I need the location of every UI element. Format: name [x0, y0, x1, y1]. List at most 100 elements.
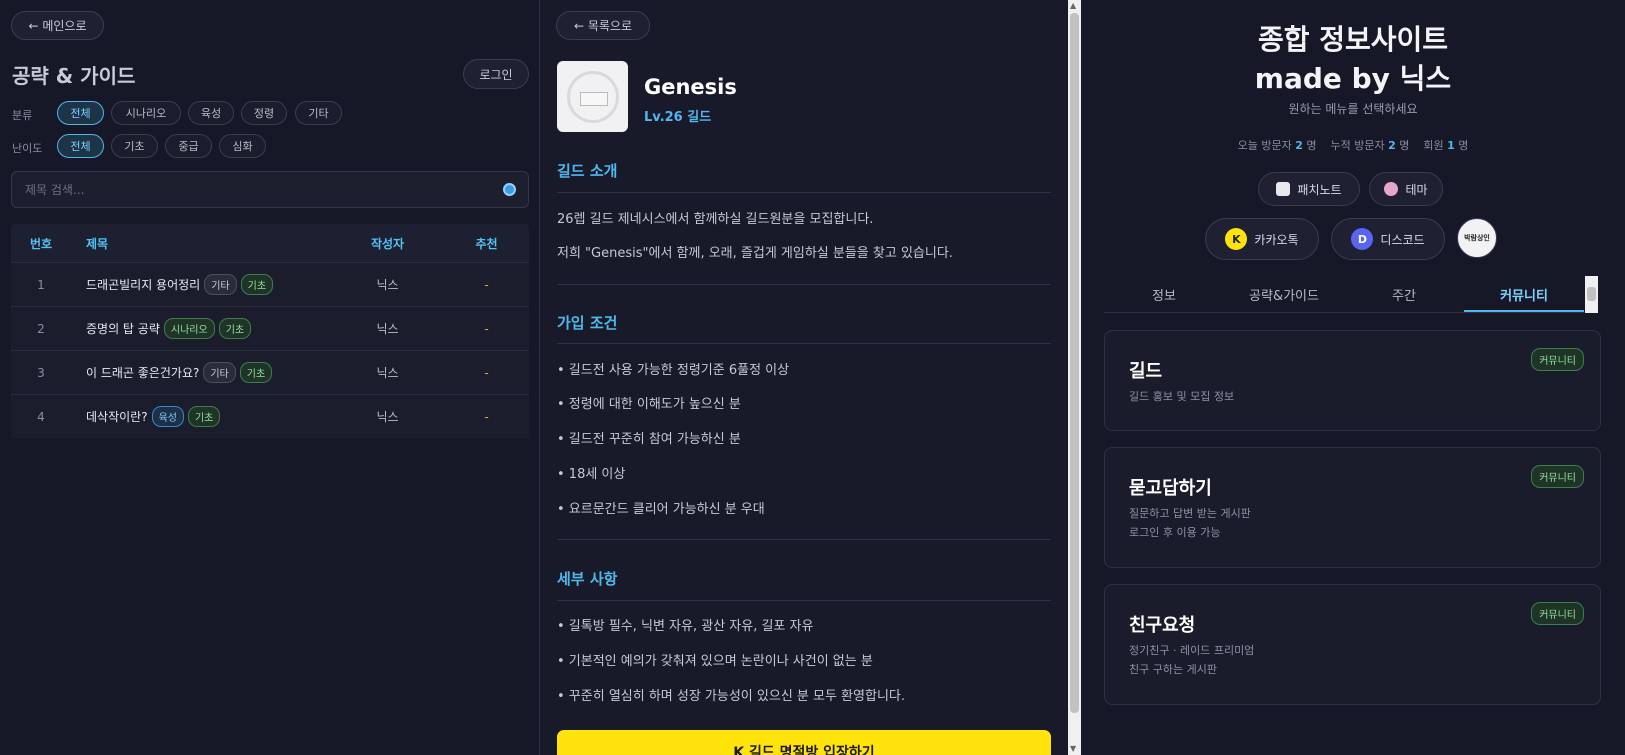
card-desc: 질문하고 답변 받는 게시판: [1129, 507, 1251, 520]
palette-icon: [1384, 182, 1399, 196]
category-chip-scenario[interactable]: 시나리오: [111, 101, 181, 125]
tag-basic: 기초: [239, 362, 273, 383]
category-chip-etc[interactable]: 기타: [295, 101, 342, 125]
site-author: made by 닉스: [1254, 62, 1452, 95]
tab-weekly[interactable]: 주간: [1344, 276, 1464, 312]
tag-basic: 기초: [187, 406, 221, 427]
login-button[interactable]: 로그인: [463, 59, 529, 89]
table-row[interactable]: 3 이 드래곤 좋은건가요? 기타 기초 닉스 -: [11, 350, 529, 394]
row-recommend: -: [484, 277, 489, 292]
today-visitors-label: 오늘 방문자: [1237, 139, 1292, 152]
header-no: 번호: [29, 236, 53, 251]
difficulty-chip-all[interactable]: 전체: [57, 134, 104, 158]
requirements-heading: 가입 조건: [557, 314, 618, 332]
divider: [557, 343, 1051, 344]
search-placeholder: 제목 검색...: [25, 183, 85, 197]
row-recommend: -: [484, 321, 489, 336]
main-menu-panel: 종합 정보사이트 made by 닉스 원하는 메뉴를 선택하세요 오늘 방문자…: [1081, 0, 1625, 755]
search-input[interactable]: 제목 검색...: [11, 171, 529, 208]
guide-table: 번호 제목 작성자 추천 1 드래곤빌리지 용어정리 기타 기초 닉스 - 2 …: [11, 224, 529, 438]
patchnote-button[interactable]: 패치노트: [1258, 172, 1360, 206]
row-title-text[interactable]: 데삭작이란?: [86, 408, 148, 425]
header-author: 작성자: [370, 236, 405, 251]
scroll-down-arrow-icon[interactable]: ▼: [1070, 744, 1076, 753]
requirement-item: • 요르문간드 클리어 가능하신 분 우대: [557, 502, 765, 517]
tag-scenario: 시나리오: [163, 318, 215, 339]
tag-basic: 기초: [240, 274, 274, 295]
community-badge: 커뮤니티: [1531, 348, 1584, 371]
tabs-scrollbar[interactable]: [1585, 276, 1598, 313]
scrollbar-thumb[interactable]: [1587, 287, 1596, 301]
today-visitors-count: 2: [1295, 139, 1303, 152]
difficulty-chip-advanced[interactable]: 심화: [219, 134, 266, 158]
table-row[interactable]: 1 드래곤빌리지 용어정리 기타 기초 닉스 -: [11, 262, 529, 306]
details-heading: 세부 사항: [557, 570, 618, 588]
row-title-text[interactable]: 이 드래곤 좋은건가요?: [86, 364, 199, 381]
kakao-label: 카카오톡: [1254, 232, 1299, 247]
row-recommend: -: [484, 409, 489, 424]
card-desc-2: 로그인 후 이용 가능: [1129, 526, 1221, 539]
row-title: 이 드래곤 좋은건가요? 기타 기초: [71, 362, 331, 383]
row-no: 3: [37, 365, 45, 380]
community-badge: 커뮤니티: [1531, 602, 1584, 625]
card-qna[interactable]: 묻고답하기 질문하고 답변 받는 게시판 로그인 후 이용 가능 커뮤니티: [1104, 447, 1601, 568]
card-desc: 길드 홍보 및 모집 정보: [1129, 390, 1235, 403]
header-recommend: 추천: [475, 236, 498, 251]
back-to-list-button[interactable]: ← 목록으로: [556, 11, 650, 40]
tab-community[interactable]: 커뮤니티: [1464, 276, 1584, 312]
row-title: 증명의 탑 공략 시나리오 기초: [71, 318, 331, 339]
tag-basic: 기초: [218, 318, 252, 339]
card-friend-request[interactable]: 친구요청 정기친구 · 레이드 프리미엄 친구 구하는 게시판 커뮤니티: [1104, 584, 1601, 705]
scroll-up-arrow-icon[interactable]: ▲: [1070, 1, 1076, 10]
divider: [557, 600, 1051, 601]
middle-scrollbar[interactable]: ▲ ▼: [1068, 0, 1081, 755]
site-title: 종합 정보사이트: [1257, 23, 1449, 56]
card-title: 길드: [1129, 361, 1163, 382]
detail-item: • 길톡방 필수, 닉변 자유, 광산 자유, 길포 자유: [557, 619, 814, 634]
table-row[interactable]: 4 데삭작이란? 육성 기초 닉스 -: [11, 394, 529, 438]
clipboard-icon: [1276, 182, 1291, 196]
member-count-label: 회원: [1423, 139, 1444, 152]
requirement-item: • 길드전 사용 가능한 정령기준 6풀정 이상: [557, 363, 790, 378]
scrollbar-thumb[interactable]: [1070, 13, 1079, 713]
join-kakao-room-button[interactable]: K 길드 명절방 입장하기: [557, 730, 1051, 755]
difficulty-chip-intermediate[interactable]: 중급: [165, 134, 212, 158]
table-row[interactable]: 2 증명의 탑 공략 시나리오 기초 닉스 -: [11, 306, 529, 350]
divider: [557, 539, 1051, 540]
category-chip-all[interactable]: 전체: [57, 101, 104, 125]
theme-label: 테마: [1405, 182, 1428, 197]
row-no: 1: [37, 277, 45, 292]
category-chip-growth[interactable]: 육성: [188, 101, 234, 125]
merchant-avatar[interactable]: 박람상인: [1457, 218, 1497, 258]
discord-button[interactable]: D 디스코드: [1331, 218, 1445, 260]
theme-button[interactable]: 테마: [1369, 172, 1443, 206]
discord-label: 디스코드: [1380, 232, 1425, 247]
row-title-text[interactable]: 증명의 탑 공략: [86, 320, 160, 337]
today-visitors-unit: 명: [1306, 139, 1317, 152]
tab-info[interactable]: 정보: [1104, 276, 1224, 312]
guild-level: Lv.26 길드: [644, 110, 712, 125]
search-icon[interactable]: [503, 183, 516, 196]
card-guild[interactable]: 길드 길드 홍보 및 모집 정보 커뮤니티: [1104, 330, 1601, 431]
tag-etc: 기타: [203, 362, 236, 383]
site-subtitle: 원하는 메뉴를 선택하세요: [1288, 102, 1418, 116]
kakao-button[interactable]: K 카카오톡: [1205, 218, 1319, 260]
row-author: 닉스: [376, 322, 399, 336]
requirement-item: • 길드전 꾸준히 참여 가능하신 분: [557, 432, 741, 447]
intro-heading: 길드 소개: [557, 162, 618, 180]
guild-name: Genesis: [644, 75, 737, 99]
back-to-main-button[interactable]: ← 메인으로: [11, 11, 104, 40]
difficulty-chip-basic[interactable]: 기초: [111, 134, 158, 158]
row-recommend: -: [484, 365, 489, 380]
row-title-text[interactable]: 드래곤빌리지 용어정리: [86, 276, 200, 293]
tag-etc: 기타: [204, 274, 237, 295]
row-title: 데삭작이란? 육성 기초: [71, 406, 331, 427]
total-visitors-count: 2: [1388, 139, 1396, 152]
page-title: 공략 & 가이드: [12, 64, 136, 88]
visitor-stats: 오늘 방문자 2 명 누적 방문자 2 명 회원 1 명: [1081, 137, 1625, 153]
row-author: 닉스: [376, 410, 399, 424]
category-chip-spirit[interactable]: 정령: [241, 101, 287, 125]
card-title: 친구요청: [1129, 615, 1196, 636]
patchnote-label: 패치노트: [1297, 182, 1342, 197]
tab-guide[interactable]: 공략&가이드: [1224, 276, 1344, 312]
